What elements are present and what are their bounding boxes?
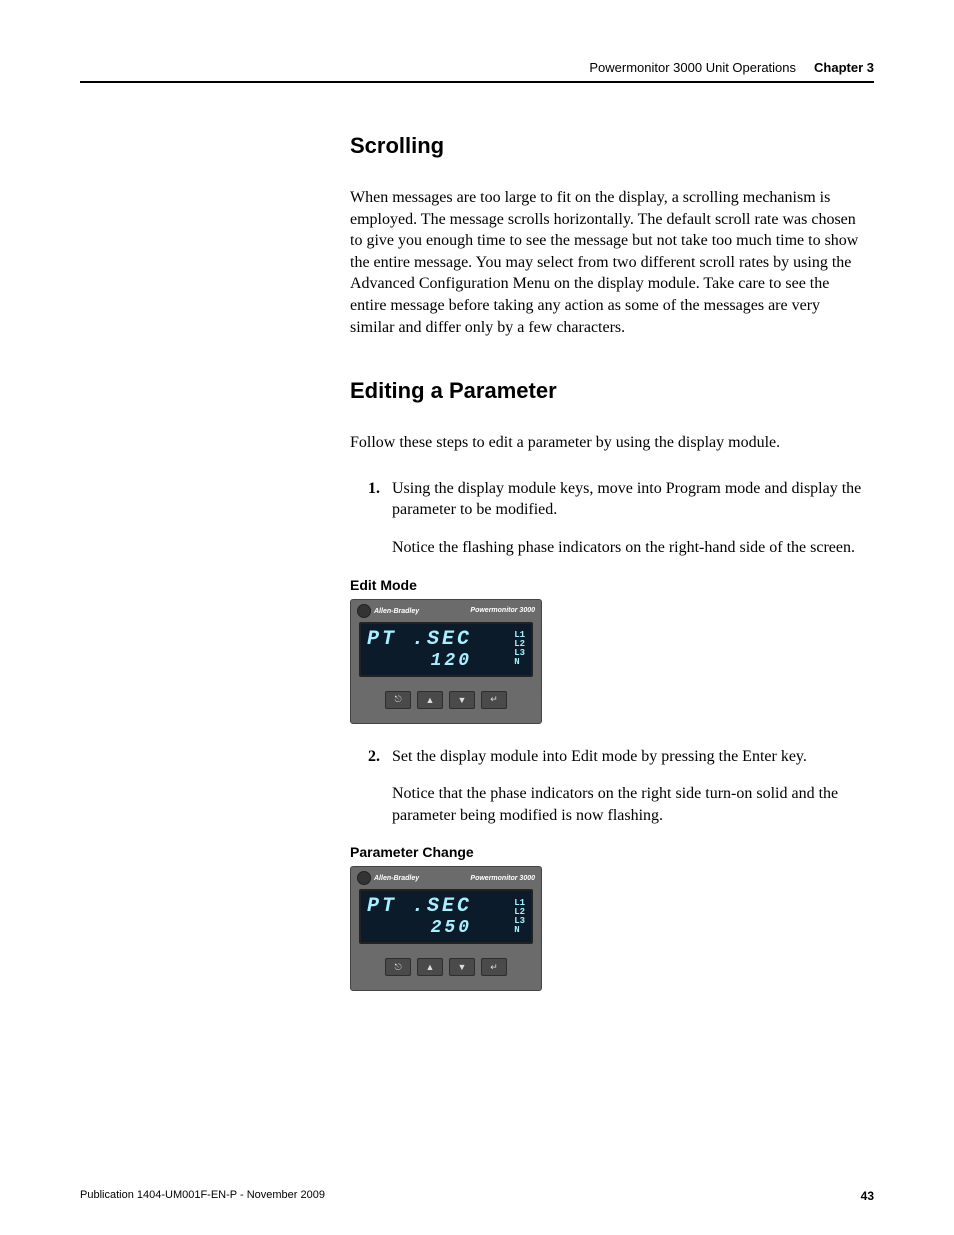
phase-indicators: L1 L2 L3 N — [514, 628, 525, 671]
up-button[interactable]: ▲ — [417, 691, 443, 709]
down-button[interactable]: ▼ — [449, 958, 475, 976]
lcd-screen: PT .SEC 120 L1 L2 L3 N — [359, 622, 533, 677]
brand-logo-icon — [357, 871, 371, 885]
device-model: Powermonitor 3000 — [470, 875, 535, 882]
figure-caption-edit-mode: Edit Mode — [350, 577, 864, 593]
lcd-line1: PT .SEC — [367, 628, 472, 651]
paragraph-editing-intro: Follow these steps to edit a parameter b… — [350, 432, 864, 454]
heading-scrolling: Scrolling — [350, 133, 864, 159]
step-1-text: Using the display module keys, move into… — [392, 480, 861, 519]
lcd-line1: PT .SEC — [367, 895, 472, 918]
phase-n: N — [514, 658, 525, 667]
device-edit-mode: Allen-Bradley Powermonitor 3000 PT .SEC … — [350, 599, 542, 724]
enter-button[interactable]: ↵ — [481, 958, 507, 976]
device-param-change: Allen-Bradley Powermonitor 3000 PT .SEC … — [350, 866, 542, 991]
doc-title: Powermonitor 3000 Unit Operations — [589, 60, 796, 75]
escape-button[interactable]: ⎋ — [385, 691, 411, 709]
phase-indicators: L1 L2 L3 N — [514, 895, 525, 938]
enter-button[interactable]: ↵ — [481, 691, 507, 709]
lcd-screen: PT .SEC 250 L1 L2 L3 N — [359, 889, 533, 944]
down-button[interactable]: ▼ — [449, 691, 475, 709]
escape-button[interactable]: ⎋ — [385, 958, 411, 976]
page-number: 43 — [861, 1189, 874, 1203]
step-1: Using the display module keys, move into… — [368, 478, 864, 559]
up-button[interactable]: ▲ — [417, 958, 443, 976]
step-2: Set the display module into Edit mode by… — [368, 746, 864, 827]
page-header: Powermonitor 3000 Unit Operations Chapte… — [80, 60, 874, 83]
step-1-note: Notice the flashing phase indicators on … — [392, 537, 864, 559]
lcd-line2: 250 — [367, 918, 472, 938]
step-2-note: Notice that the phase indicators on the … — [392, 783, 864, 826]
heading-editing: Editing a Parameter — [350, 378, 864, 404]
phase-n: N — [514, 926, 525, 935]
lcd-line2: 120 — [367, 651, 472, 671]
device-model: Powermonitor 3000 — [470, 607, 535, 614]
paragraph-scrolling: When messages are too large to fit on th… — [350, 187, 864, 338]
step-2-text: Set the display module into Edit mode by… — [392, 748, 807, 765]
chapter-label: Chapter 3 — [814, 60, 874, 75]
device-brand: Allen-Bradley — [357, 604, 419, 618]
page-footer: Publication 1404-UM001F-EN-P - November … — [80, 1189, 874, 1203]
brand-logo-icon — [357, 604, 371, 618]
device-brand: Allen-Bradley — [357, 871, 419, 885]
figure-caption-param-change: Parameter Change — [350, 844, 864, 860]
publication-id: Publication 1404-UM001F-EN-P - November … — [80, 1189, 325, 1203]
